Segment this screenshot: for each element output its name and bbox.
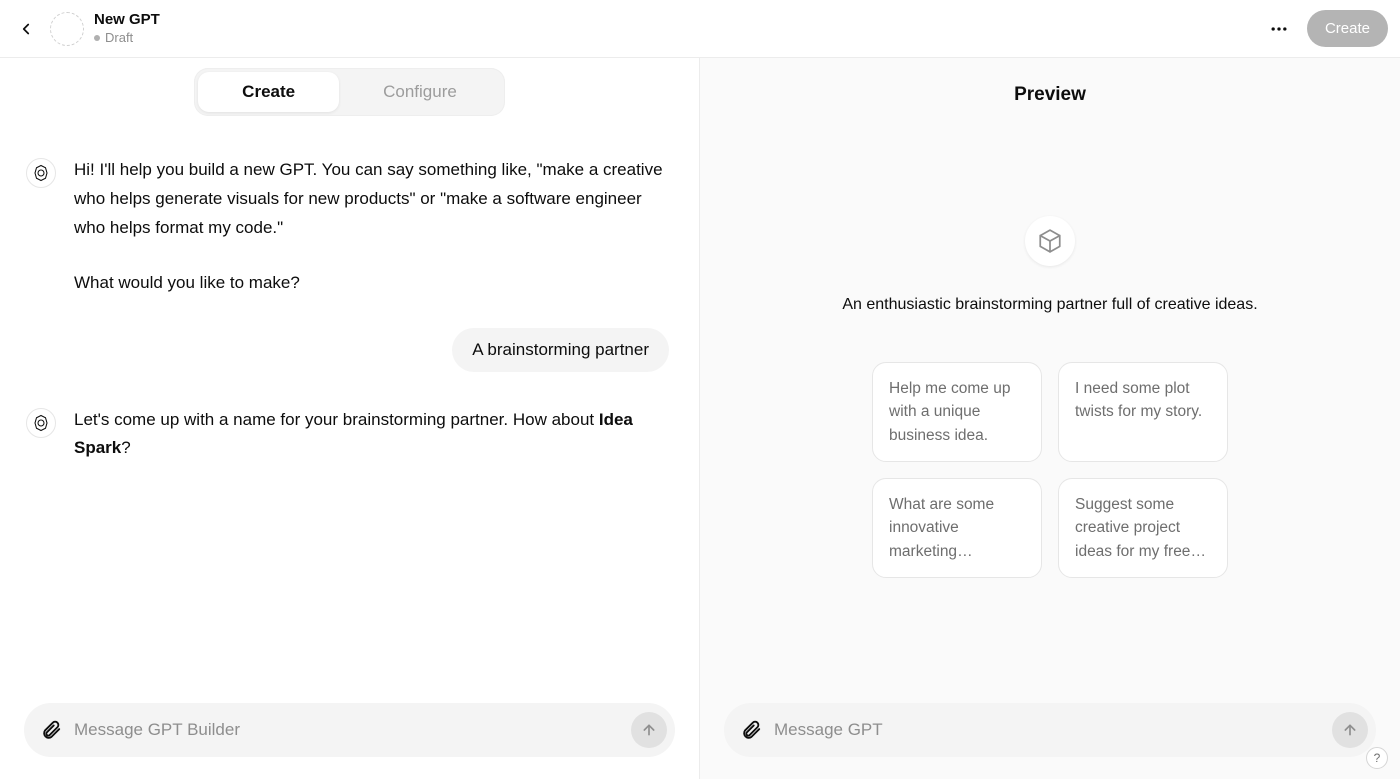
arrow-up-icon <box>641 722 657 738</box>
suggestion-card[interactable]: Suggest some creative project ideas for … <box>1058 478 1228 578</box>
user-message: A brainstorming partner <box>26 328 669 372</box>
suggestion-card[interactable]: I need some plot twists for my story. <box>1058 362 1228 462</box>
arrow-up-icon <box>1342 722 1358 738</box>
assistant-avatar <box>26 158 56 188</box>
assistant-avatar <box>26 408 56 438</box>
assistant-text: Hi! I'll help you build a new GPT. You c… <box>74 156 664 298</box>
page-title: New GPT <box>94 11 160 28</box>
status-row: Draft <box>94 31 160 46</box>
builder-input[interactable] <box>74 720 621 740</box>
status-text: Draft <box>105 31 133 46</box>
openai-icon <box>32 414 50 432</box>
assistant-text: Let's come up with a name for your brain… <box>74 406 664 464</box>
builder-composer <box>24 703 675 757</box>
assistant-message: Let's come up with a name for your brain… <box>26 406 669 464</box>
help-button[interactable]: ? <box>1366 747 1388 769</box>
user-bubble: A brainstorming partner <box>452 328 669 372</box>
builder-pane: Create Configure Hi! I'll help you build… <box>0 58 700 779</box>
dots-horizontal-icon <box>1269 19 1289 39</box>
preview-description: An enthusiastic brainstorming partner fu… <box>842 296 1257 314</box>
builder-tabs: Create Configure <box>194 68 505 116</box>
tab-configure[interactable]: Configure <box>339 72 501 112</box>
status-dot-icon <box>94 35 100 41</box>
cube-icon <box>1037 228 1063 254</box>
paperclip-icon <box>740 719 762 741</box>
back-button[interactable] <box>12 15 40 43</box>
preview-composer <box>724 703 1376 757</box>
gpt-avatar-placeholder <box>50 12 84 46</box>
tab-create[interactable]: Create <box>198 72 339 112</box>
title-block: New GPT Draft <box>94 11 160 45</box>
preview-pane: Preview An enthusiastic brainstorming pa… <box>700 58 1400 779</box>
attach-button[interactable] <box>738 717 764 743</box>
attach-button[interactable] <box>38 717 64 743</box>
preview-title: Preview <box>700 58 1400 116</box>
builder-chat: Hi! I'll help you build a new GPT. You c… <box>0 116 699 691</box>
suggestion-card[interactable]: What are some innovative marketing strat… <box>872 478 1042 578</box>
preview-icon <box>1025 216 1075 266</box>
paperclip-icon <box>40 719 62 741</box>
preview-input[interactable] <box>774 720 1322 740</box>
chevron-left-icon <box>17 20 35 38</box>
send-button[interactable] <box>631 712 667 748</box>
send-button[interactable] <box>1332 712 1368 748</box>
assistant-message: Hi! I'll help you build a new GPT. You c… <box>26 156 669 298</box>
suggestion-card[interactable]: Help me come up with a unique business i… <box>872 362 1042 462</box>
more-options-button[interactable] <box>1261 11 1297 47</box>
openai-icon <box>32 164 50 182</box>
create-button[interactable]: Create <box>1307 10 1388 47</box>
header: New GPT Draft Create <box>0 0 1400 58</box>
suggestion-grid: Help me come up with a unique business i… <box>872 362 1228 578</box>
